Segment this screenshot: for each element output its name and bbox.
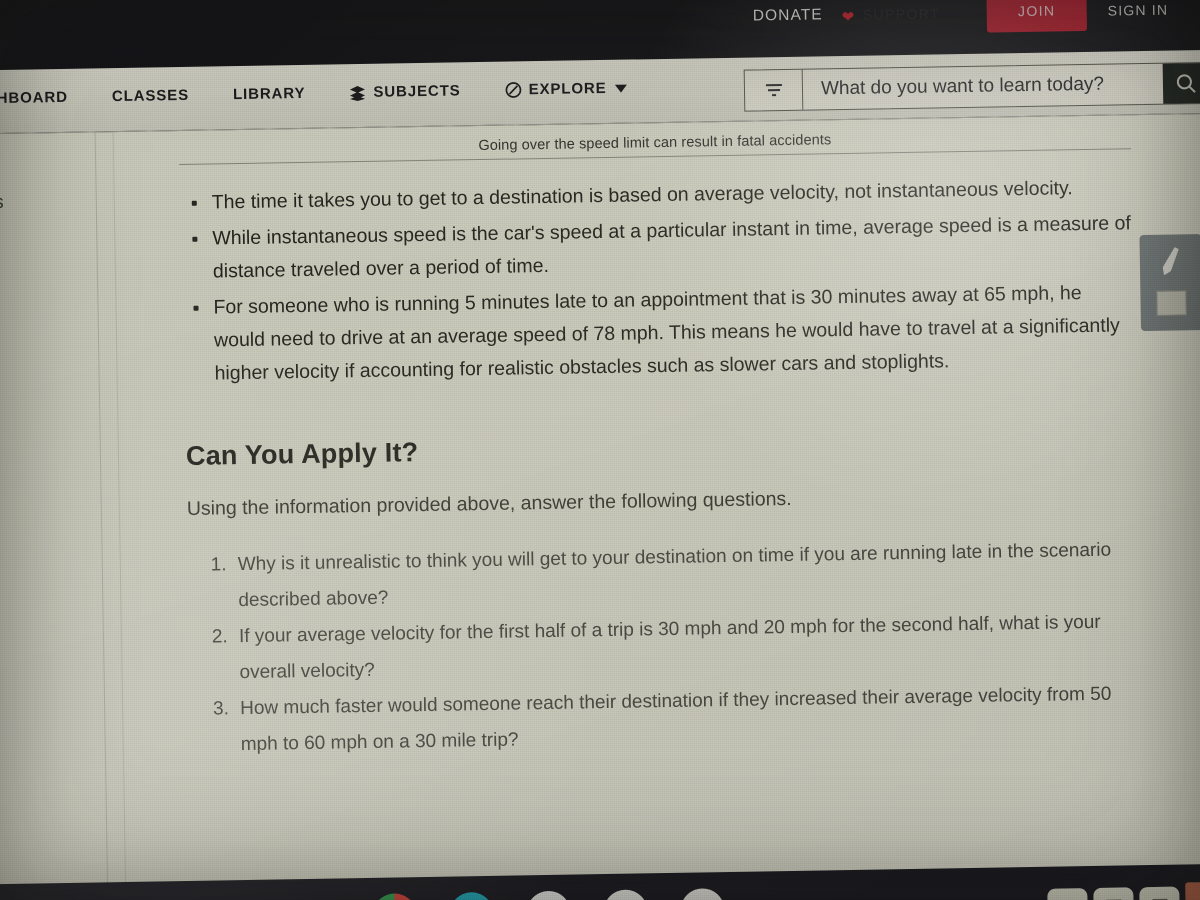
nav-item-explore[interactable]: EXPLORE — [504, 80, 627, 99]
heart-icon: ❤ — [841, 8, 855, 27]
nav-item-library[interactable]: LIBRARY — [233, 85, 306, 103]
join-button[interactable]: JOIN — [986, 0, 1088, 33]
nav-item-subjects[interactable]: SUBJECTS — [349, 82, 461, 101]
floating-tools-widget[interactable] — [1139, 234, 1200, 332]
list-item: While instantaneous speed is the car's s… — [180, 207, 1133, 289]
list-item: For someone who is running 5 minutes lat… — [181, 276, 1135, 391]
gmail-icon[interactable] — [526, 890, 571, 900]
red-app-icon[interactable] — [680, 888, 725, 900]
note-icon[interactable] — [1156, 290, 1187, 316]
taskbar-app-icons — [372, 888, 725, 900]
window-icon[interactable] — [1093, 887, 1134, 900]
nav-item-classes[interactable]: CLASSES — [112, 87, 189, 105]
nav-items: ASHBOARD CLASSES LIBRARY SUBJECTS EXPLOR… — [0, 79, 672, 108]
donate-link[interactable]: DONATE — [753, 6, 823, 25]
nav-item-label: CLASSES — [111, 86, 190, 106]
pencil-icon[interactable] — [1160, 246, 1181, 277]
nav-item-label: ASHBOARD — [0, 88, 69, 108]
chrome-icon[interactable] — [372, 893, 417, 900]
left-cutoff-label: ghts — [0, 191, 4, 214]
nav-item-label: EXPLORE — [528, 79, 607, 99]
article-content: Going over the speed limit can result in… — [179, 115, 1141, 764]
nav-item-dashboard[interactable]: ASHBOARD — [0, 89, 68, 108]
blue-app-icon[interactable] — [603, 889, 648, 900]
filter-icon[interactable] — [744, 69, 804, 111]
search-icon[interactable] — [1162, 62, 1200, 104]
compass-icon — [504, 81, 521, 98]
nav-item-label: LIBRARY — [232, 84, 306, 104]
chevron-down-icon — [614, 83, 628, 93]
search-bar — [743, 61, 1200, 112]
screen-plane: DONATE ❤ SUPPORT JOIN SIGN IN ASHBOARD C… — [0, 0, 1200, 900]
questions-list: Why is it unrealistic to think you will … — [205, 532, 1140, 763]
window-icon[interactable] — [1139, 886, 1180, 900]
nav-item-label: SUBJECTS — [373, 82, 461, 101]
screenshot-root: DONATE ❤ SUPPORT JOIN SIGN IN ASHBOARD C… — [0, 0, 1200, 900]
window-icon[interactable] — [1047, 888, 1088, 900]
sign-in-link[interactable]: SIGN IN — [1108, 2, 1169, 19]
list-item: How much faster would someone reach thei… — [234, 676, 1141, 763]
page-body: ghts Going over the speed limit can resu… — [0, 113, 1200, 900]
section-intro-text: Using the information provided above, an… — [186, 487, 792, 520]
search-input[interactable] — [802, 63, 1164, 110]
orange-app-icon[interactable] — [1185, 881, 1200, 900]
key-points-list: The time it takes you to get to a destin… — [180, 171, 1135, 391]
section-heading: Can You Apply It? — [185, 437, 419, 471]
teal-app-icon[interactable] — [449, 891, 494, 900]
content-rail-divider-secondary — [112, 132, 127, 900]
faint-utility-link[interactable]: SUPPORT — [863, 5, 940, 22]
content-rail-divider — [94, 132, 109, 900]
layers-icon — [349, 84, 366, 101]
taskbar-window-buttons — [1047, 881, 1200, 900]
